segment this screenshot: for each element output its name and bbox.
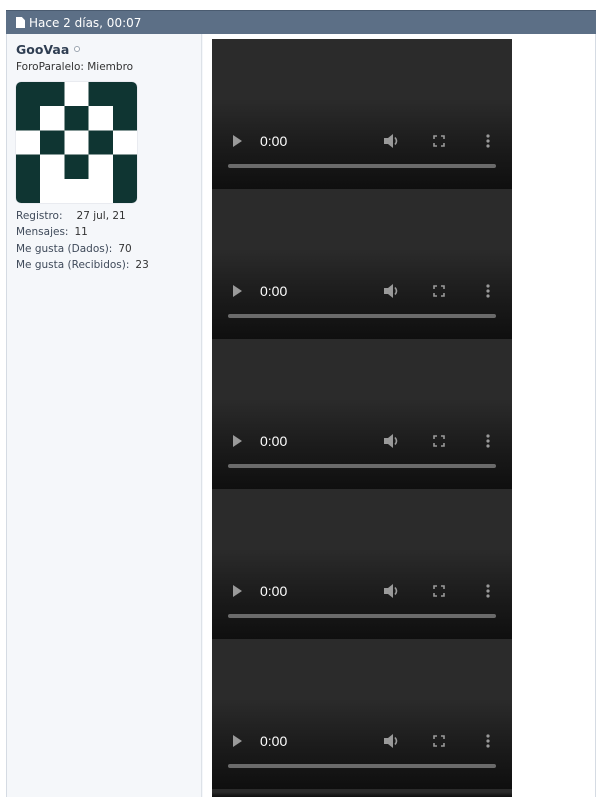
stat-mensajes: Mensajes: 11 [16, 224, 201, 240]
stat-label: Me gusta (Dados): [16, 242, 113, 255]
more-vertical-icon[interactable] [486, 734, 490, 748]
document-icon [16, 17, 25, 28]
volume-icon[interactable] [384, 284, 400, 298]
username-link[interactable]: GooVaa [16, 42, 69, 57]
user-stats: Registro: 27 jul, 21 Mensajes: 11 Me gus… [16, 208, 201, 273]
video-player[interactable]: 0:00 [212, 339, 512, 489]
video-player[interactable]: 0:00 [212, 489, 512, 639]
video-progress-bar[interactable] [228, 464, 496, 468]
post-timestamp: Hace 2 días, 00:07 [29, 15, 142, 30]
offline-status-icon [74, 46, 81, 52]
video-player[interactable]: 0:00 [212, 639, 512, 789]
play-icon[interactable] [233, 435, 242, 447]
stat-label: Mensajes: [16, 226, 69, 239]
user-title: ForoParalelo: Miembro [16, 61, 134, 73]
fullscreen-icon[interactable] [433, 585, 445, 597]
play-icon[interactable] [233, 585, 242, 597]
video-player[interactable]: 0:00 [212, 39, 512, 189]
stat-label: Registro: [16, 210, 63, 222]
play-icon[interactable] [233, 135, 242, 147]
video-player-partial[interactable] [212, 789, 512, 797]
user-info-panel: GooVaa ForoParalelo: Miembro Registro: 2… [7, 34, 202, 797]
stat-registro: Registro: 27 jul, 21 [16, 208, 201, 224]
volume-icon[interactable] [384, 734, 400, 748]
fullscreen-icon[interactable] [433, 735, 445, 747]
volume-icon[interactable] [384, 584, 400, 598]
volume-icon[interactable] [384, 434, 400, 448]
more-vertical-icon[interactable] [486, 584, 490, 598]
stat-value: 27 jul, 21 [76, 210, 126, 222]
stat-likes-given: Me gusta (Dados): 70 [16, 241, 201, 257]
video-player[interactable]: 0:00 [212, 189, 512, 339]
fullscreen-icon[interactable] [433, 135, 445, 147]
play-icon[interactable] [233, 285, 242, 297]
video-progress-bar[interactable] [228, 314, 496, 318]
more-vertical-icon[interactable] [486, 284, 490, 298]
more-vertical-icon[interactable] [486, 134, 490, 148]
video-time: 0:00 [260, 583, 288, 599]
username-row: GooVaa [16, 42, 201, 57]
volume-icon[interactable] [384, 134, 400, 148]
play-icon[interactable] [233, 735, 242, 747]
video-progress-bar[interactable] [228, 764, 496, 768]
video-progress-bar[interactable] [228, 164, 496, 168]
post-content: 0:00 0:00 0:00 0:00 0:00 [203, 34, 595, 797]
stat-label: Me gusta (Recibidos): [16, 258, 130, 271]
stat-value: 70 [118, 242, 132, 255]
stat-value: 11 [74, 226, 88, 239]
video-time: 0:00 [260, 283, 288, 299]
avatar[interactable] [16, 82, 137, 203]
post-body: GooVaa ForoParalelo: Miembro Registro: 2… [6, 34, 596, 797]
video-progress-bar[interactable] [228, 614, 496, 618]
fullscreen-icon[interactable] [433, 285, 445, 297]
video-time: 0:00 [260, 133, 288, 149]
fullscreen-icon[interactable] [433, 435, 445, 447]
video-time: 0:00 [260, 733, 288, 749]
more-vertical-icon[interactable] [486, 434, 490, 448]
video-time: 0:00 [260, 433, 288, 449]
post-header: Hace 2 días, 00:07 [6, 10, 596, 34]
stat-likes-received: Me gusta (Recibidos): 23 [16, 257, 201, 273]
stat-value: 23 [135, 258, 149, 271]
